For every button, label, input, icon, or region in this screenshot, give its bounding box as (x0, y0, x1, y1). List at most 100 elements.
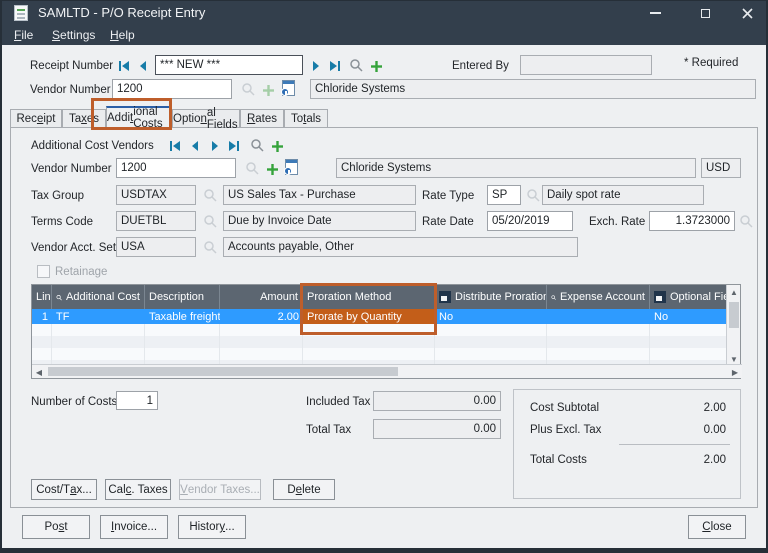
cell-proration-method[interactable]: Prorate by Quantity (303, 309, 435, 324)
vendor-taxes-button: Vendor Taxes... (179, 479, 261, 500)
rate-date-input[interactable]: 05/20/2019 (487, 211, 573, 231)
totals-panel: Cost Subtotal 2.00 Plus Excl. Tax 0.00 T… (513, 389, 741, 499)
tab-rates[interactable]: Rates (240, 109, 284, 128)
cell-expense-account[interactable] (547, 309, 650, 324)
col-optional-fields[interactable]: Optional Fields (650, 285, 726, 309)
terms-code-field: DUETBL (116, 211, 196, 231)
vendor-acct-desc-field: Accounts payable, Other (223, 237, 578, 257)
additional-cost-vendors-label: Additional Cost Vendors (31, 140, 154, 152)
vendor-number-label: Vendor Number (30, 84, 111, 96)
scroll-up-icon[interactable]: ▲ (727, 285, 741, 299)
detail-zoom-icon (654, 291, 666, 303)
col-line-number: Lin... (32, 285, 52, 309)
cell-amount[interactable]: 2.00 (220, 309, 303, 324)
col-description: Description (145, 285, 220, 309)
cell-additional-cost[interactable]: TF (52, 309, 145, 324)
vendor-number-input[interactable]: 1200 (112, 79, 232, 99)
history-button[interactable]: Histor y... (178, 515, 246, 539)
vendors-next-icon[interactable] (207, 138, 223, 154)
exch-rate-finder-icon (738, 213, 754, 229)
menu-help[interactable]: Help (110, 28, 135, 42)
detail-zoom-icon (439, 291, 451, 303)
cell-description[interactable]: Taxable freight (145, 309, 220, 324)
tab-optional-fields[interactable]: Optio n al Fields (172, 107, 240, 131)
last-record-icon[interactable] (326, 58, 342, 74)
scroll-left-icon[interactable]: ◀ (32, 365, 46, 379)
scroll-right-icon[interactable]: ▶ (728, 365, 742, 379)
menu-bar: File Settings Help (0, 26, 768, 45)
prev-record-icon[interactable] (135, 58, 151, 74)
currency-field: USD (701, 158, 741, 178)
tax-group-desc-field: US Sales Tax - Purchase (223, 185, 416, 205)
total-costs-label: Total Costs (530, 454, 587, 466)
maximize-button[interactable] (688, 0, 722, 26)
receipt-finder-icon[interactable] (348, 57, 364, 73)
close-button[interactable]: Close (688, 515, 746, 539)
cost-vendor-number-label: Vendor Number (31, 163, 112, 175)
new-vendor-icon-disabled (260, 82, 276, 98)
grid-empty-row (32, 348, 726, 360)
receipt-number-input[interactable]: *** NEW *** (155, 55, 303, 75)
vendors-last-icon[interactable] (225, 138, 241, 154)
cost-vendor-drilldown-icon[interactable] (283, 159, 299, 175)
app-icon (14, 5, 28, 21)
horizontal-scroll-thumb[interactable] (48, 367, 398, 376)
next-record-icon[interactable] (308, 58, 324, 74)
new-receipt-icon[interactable] (368, 58, 384, 74)
rate-date-label: Rate Date (422, 216, 474, 228)
cell-distribute-proration[interactable]: No (435, 309, 547, 324)
invoice-button[interactable]: Invoice... (100, 515, 168, 539)
col-amount: Amount (220, 285, 303, 309)
tab-totals[interactable]: To t als (284, 109, 328, 128)
grid-row-selected[interactable]: 1 TF Taxable freight 2.00 Prorate by Qua… (32, 309, 726, 324)
vendor-acct-code-field: USA (116, 237, 196, 257)
tax-group-code-field: USDTAX (116, 185, 196, 205)
grid-header-row: Lin... Additional Cost Description Amoun… (32, 285, 726, 309)
tab-additional-costs[interactable]: Addi t ional Costs (106, 106, 172, 130)
plus-excl-tax-value: 0.00 (703, 424, 726, 436)
cost-vendor-add-icon[interactable] (264, 161, 280, 177)
rate-type-input[interactable]: SP (487, 185, 521, 205)
vendors-add-icon[interactable] (269, 138, 285, 154)
vendors-finder-icon[interactable] (249, 137, 265, 153)
grid-horizontal-scrollbar[interactable]: ◀ ▶ (32, 364, 742, 378)
vendors-first-icon[interactable] (167, 138, 183, 154)
additional-costs-panel: Additional Cost Vendors Vendor Number 12… (10, 127, 758, 508)
cost-vendor-number-input[interactable]: 1200 (116, 158, 236, 178)
vendor-name-field: Chloride Systems (310, 79, 756, 99)
grid-empty-row (32, 324, 726, 336)
number-of-costs-label: Number of Costs (31, 396, 118, 408)
delete-button[interactable]: De lete (273, 479, 335, 500)
window-border (0, 548, 768, 553)
menu-settings[interactable]: Settings (52, 28, 95, 42)
vendor-drilldown-icon[interactable] (280, 80, 296, 96)
col-distribute-proration[interactable]: Distribute Proration (435, 285, 547, 309)
close-window-button[interactable] (730, 0, 764, 26)
col-proration-method: Proration Method (303, 285, 435, 309)
total-costs-value: 2.00 (703, 454, 726, 466)
tab-taxes[interactable]: Ta x es (62, 109, 106, 128)
minimize-icon (649, 12, 661, 14)
terms-finder-icon (202, 213, 218, 229)
post-button[interactable]: Po s t (22, 515, 90, 539)
retainage-checkbox (37, 265, 50, 278)
col-expense-account[interactable]: Expense Account (547, 285, 650, 309)
col-additional-cost[interactable]: Additional Cost (52, 285, 145, 309)
retainage-label: Retainage (55, 266, 108, 278)
cell-line[interactable]: 1 (32, 309, 52, 324)
grid-vertical-scrollbar[interactable]: ▲ ▼ (726, 285, 740, 366)
exch-rate-input[interactable]: 1.3723000 (649, 211, 735, 231)
included-tax-field: 0.00 (373, 391, 501, 411)
terms-code-label: Terms Code (31, 216, 93, 228)
cell-optional-fields[interactable]: No (650, 309, 726, 324)
vertical-scroll-thumb[interactable] (729, 302, 739, 328)
minimize-button[interactable] (638, 0, 672, 26)
tax-group-finder-icon (202, 187, 218, 203)
first-record-icon[interactable] (116, 58, 132, 74)
cost-tax-button[interactable]: Cost/T a x... (31, 479, 97, 500)
menu-file[interactable]: File (14, 28, 33, 42)
calc-taxes-button[interactable]: Cal c. Taxes (105, 479, 171, 500)
window-border (0, 0, 2, 553)
vendors-prev-icon[interactable] (187, 138, 203, 154)
tab-receipt[interactable]: Rec e ipt (10, 109, 62, 128)
